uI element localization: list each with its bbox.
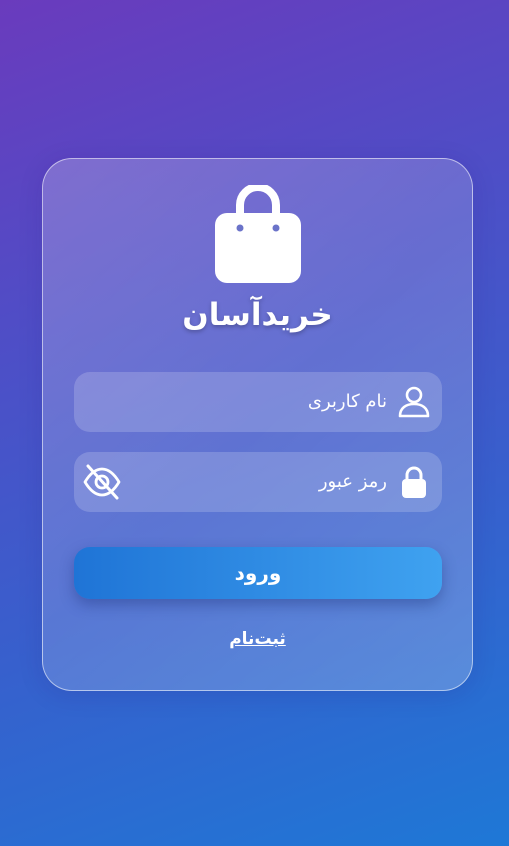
password-placeholder: رمز عبور [318, 471, 387, 492]
lock-icon [402, 466, 426, 498]
username-placeholder: نام کاربری [307, 391, 387, 412]
password-field[interactable]: رمز عبور [74, 452, 442, 512]
login-card: خریدآسان نام کاربری رمز عبور ورود ثبت‌نا… [42, 158, 473, 691]
eye-off-icon[interactable] [82, 463, 122, 501]
username-field[interactable]: نام کاربری [74, 372, 442, 432]
user-icon [398, 386, 430, 418]
app-title: خریدآسان [182, 297, 333, 333]
register-link[interactable]: ثبت‌نام [43, 629, 472, 649]
shopping-bag-icon [215, 185, 301, 283]
login-button[interactable]: ورود [74, 547, 442, 599]
